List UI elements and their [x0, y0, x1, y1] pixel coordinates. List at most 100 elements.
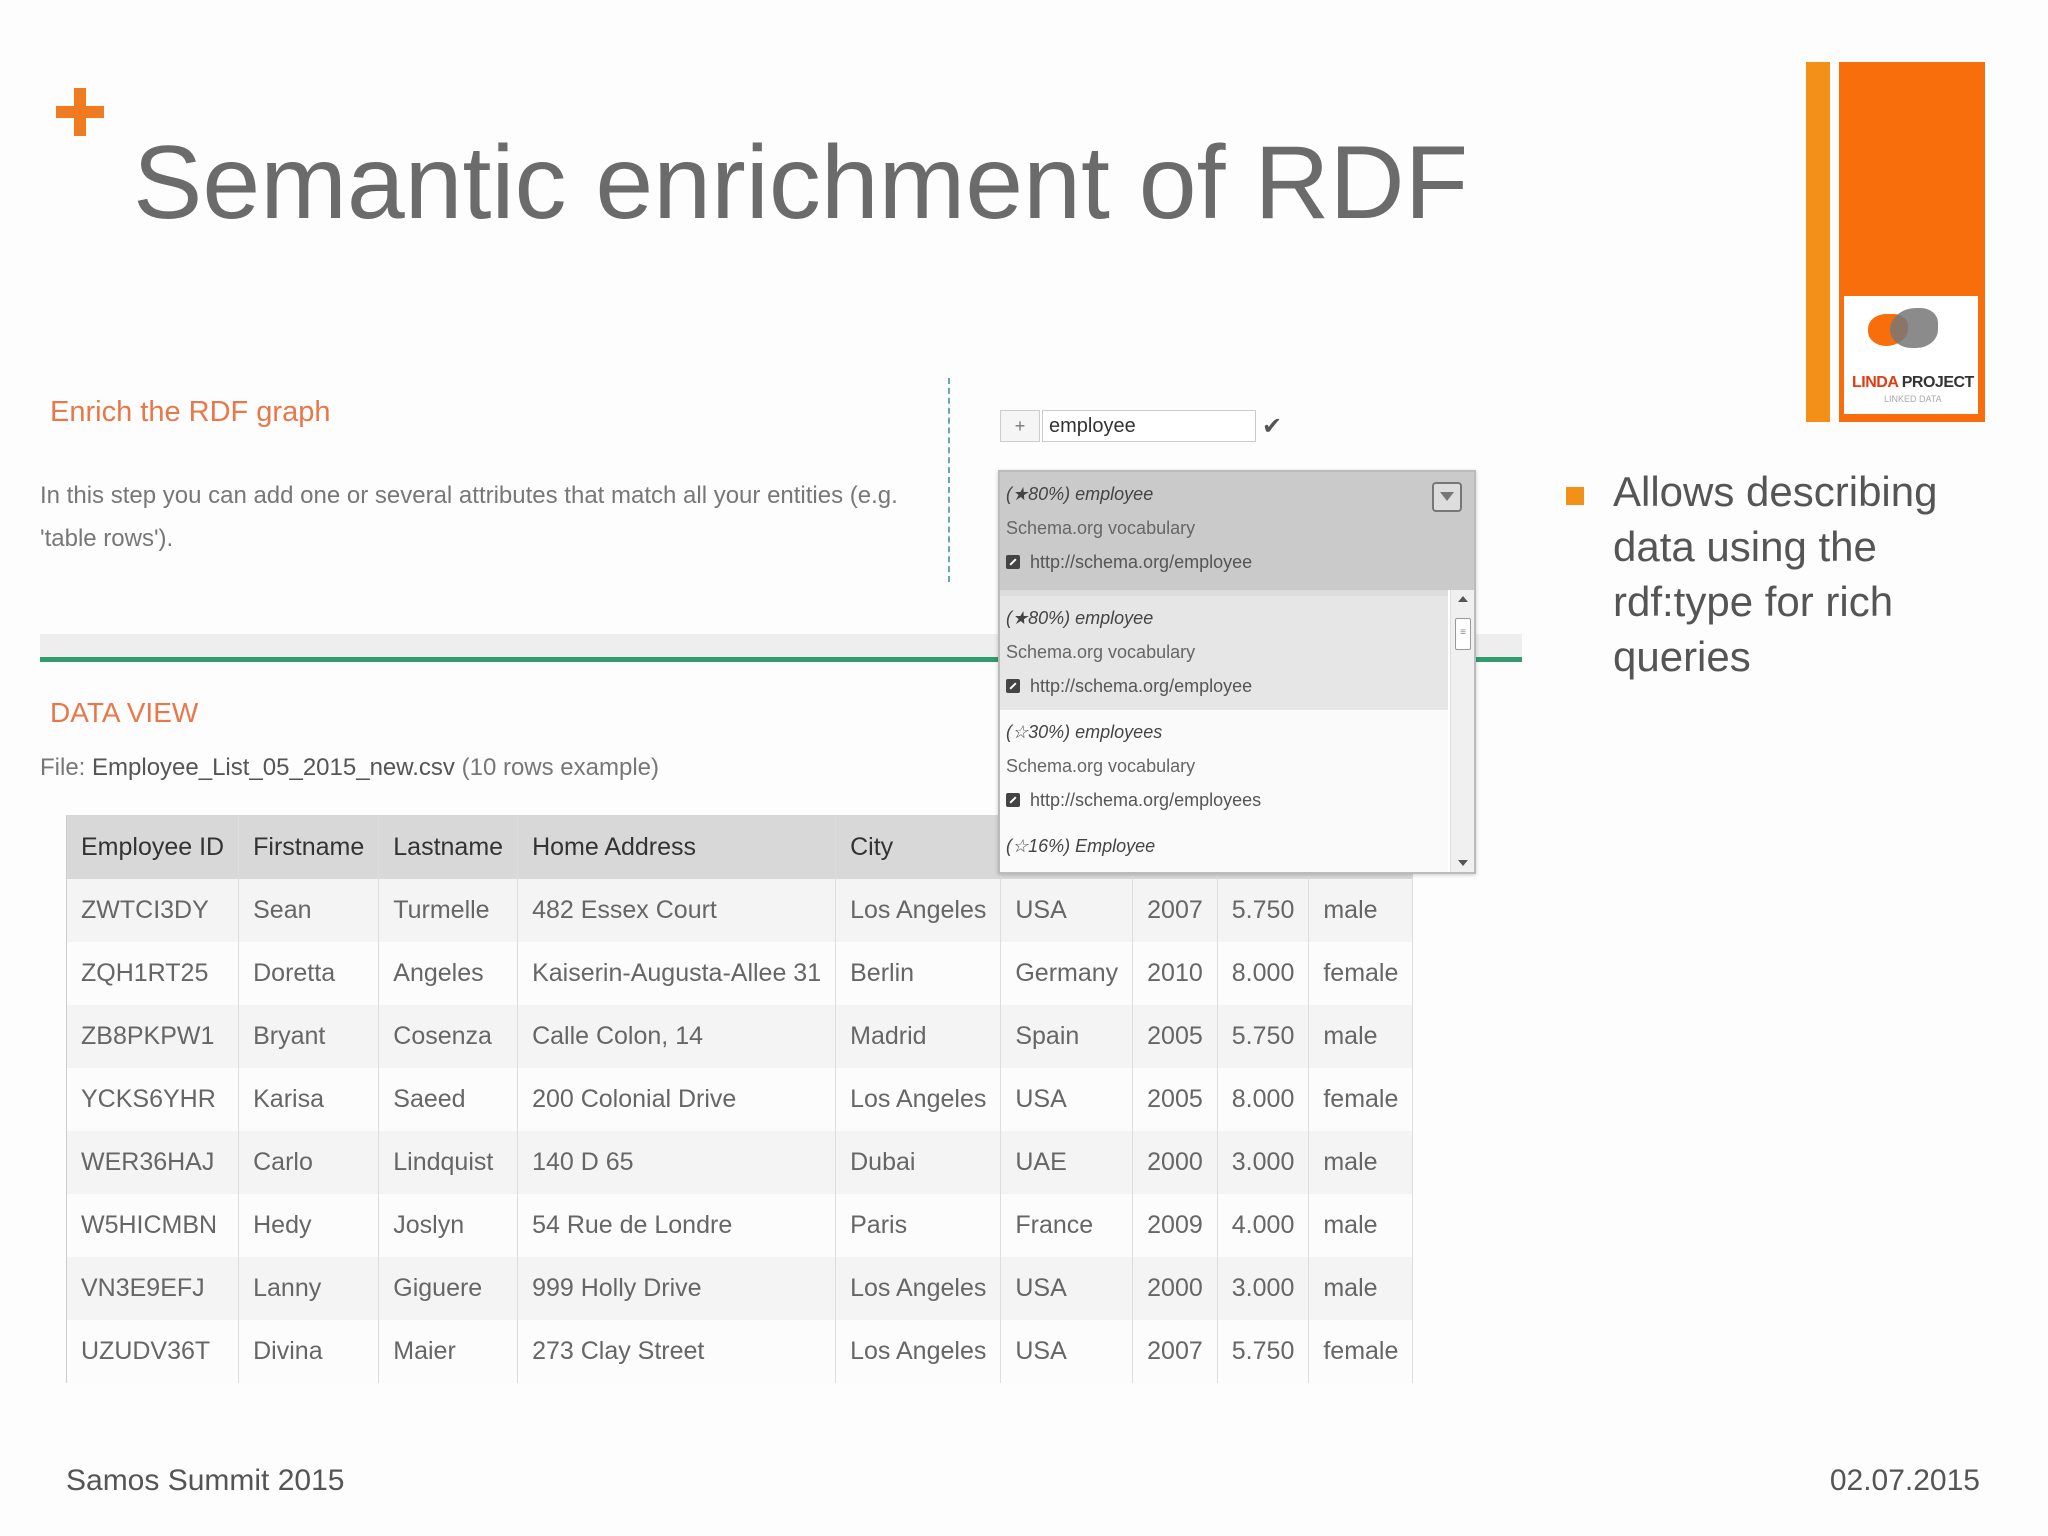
table-cell: 3.000 [1216, 1257, 1309, 1320]
table-cell: 2005 [1132, 1068, 1218, 1131]
table-cell: Lindquist [378, 1131, 518, 1194]
suggestion-vocab: Schema.org vocabulary [1006, 756, 1196, 776]
table-cell: 2007 [1132, 1320, 1218, 1383]
suggestion-url[interactable]: http://schema.org/employees [1006, 790, 1261, 811]
table-cell: 5.750 [1216, 1320, 1309, 1383]
table-row: UZUDV36T Divina Maier 273 Clay Street Los An… [65, 1320, 1414, 1383]
suggestion-url[interactable]: http://schema.org/employee [1006, 676, 1252, 697]
scroll-up-icon[interactable] [1458, 596, 1468, 602]
data-table: Employee ID Firstname Lastname Home Addr… [65, 815, 1414, 1383]
table-row: ZWTCI3DY Sean Turmelle 482 Essex Court Los A… [65, 879, 1414, 942]
linda-logo: LINDA PROJECT LINKED DATA [1844, 296, 1978, 414]
add-attribute-button[interactable]: + [1000, 410, 1040, 442]
table-cell: 2005 [1132, 1005, 1218, 1068]
table-cell: male [1308, 1005, 1414, 1068]
selected-suggestion[interactable]: (★80%) employee Schema.org vocabulary ht… [1000, 472, 1474, 590]
table-cell: Bryant [238, 1005, 379, 1068]
table-cell: Karisa [238, 1068, 379, 1131]
logo-text: LINDA PROJECT [1852, 374, 1974, 391]
suggestion-match: (★80%) employee [1006, 484, 1154, 504]
enrich-title: Enrich the RDF graph [50, 396, 331, 428]
column-header: Lastname [378, 815, 518, 879]
table-cell: Giguere [378, 1257, 518, 1320]
table-cell: 2000 [1132, 1257, 1218, 1320]
table-cell: YCKS6YHR [65, 1068, 239, 1131]
table-cell: Turmelle [378, 879, 518, 942]
table-cell: 5.750 [1216, 1005, 1309, 1068]
attribute-search-input[interactable] [1042, 410, 1256, 442]
dataview-title: DATA VIEW [50, 697, 199, 728]
table-cell: Calle Colon, 14 [517, 1005, 836, 1068]
suggestion-vocab: Schema.org vocabulary [1006, 642, 1196, 662]
scroll-thumb[interactable]: ≡ [1455, 618, 1471, 650]
column-header: City [835, 815, 1001, 879]
table-cell: UAE [1000, 1131, 1133, 1194]
external-link-icon [1006, 555, 1020, 569]
suggestion-item[interactable]: (☆30%) employees Schema.org vocabulary h… [1000, 710, 1448, 824]
table-cell: male [1308, 1194, 1414, 1257]
plus-icon [52, 84, 108, 140]
table-cell: ZWTCI3DY [65, 879, 239, 942]
bullet-square-icon [1566, 487, 1584, 505]
suggestion-item[interactable]: (★80%) employee Schema.org vocabulary ht… [1000, 596, 1448, 710]
footer-event: Samos Summit 2015 [66, 1464, 345, 1497]
suggestion-url[interactable]: http://schema.org/employee [1006, 552, 1252, 573]
suggestion-item[interactable]: (☆16%) Employee [1000, 824, 1448, 872]
table-cell: W5HICMBN [65, 1194, 239, 1257]
dropdown-scrollbar[interactable]: ≡ [1450, 590, 1474, 872]
table-cell: Lanny [238, 1257, 379, 1320]
file-info: File: Employee_List_05_2015_new.csv (10 … [40, 754, 660, 781]
table-cell: Cosenza [378, 1005, 518, 1068]
table-cell: 273 Clay Street [517, 1320, 836, 1383]
table-cell: Berlin [835, 942, 1001, 1005]
column-header: Firstname [238, 815, 379, 879]
suggestion-dropdown[interactable]: (★80%) employee Schema.org vocabulary ht… [998, 470, 1476, 874]
table-cell: male [1308, 1257, 1414, 1320]
table-cell: Saeed [378, 1068, 518, 1131]
table-cell: 482 Essex Court [517, 879, 836, 942]
table-cell: 2000 [1132, 1131, 1218, 1194]
scroll-down-icon[interactable] [1458, 860, 1468, 866]
table-cell: female [1308, 1320, 1414, 1383]
check-icon[interactable]: ✔ [1262, 412, 1282, 441]
table-cell: Sean [238, 879, 379, 942]
table-cell: 8.000 [1216, 942, 1309, 1005]
table-cell: 54 Rue de Londre [517, 1194, 836, 1257]
table-row: ZB8PKPW1 Bryant Cosenza Calle Colon, 14 Madr… [65, 1005, 1414, 1068]
table-cell: Paris [835, 1194, 1001, 1257]
table-cell: 4.000 [1216, 1194, 1309, 1257]
table-cell: male [1308, 1131, 1414, 1194]
table-cell: WER36HAJ [65, 1131, 239, 1194]
footer-date: 02.07.2015 [1829, 1464, 1980, 1497]
table-cell: Divina [238, 1320, 379, 1383]
table-cell: Dubai [835, 1131, 1001, 1194]
table-row: W5HICMBN Hedy Joslyn 54 Rue de Londre Paris F… [65, 1194, 1414, 1257]
table-cell: Los Angeles [835, 1068, 1001, 1131]
table-cell: Hedy [238, 1194, 379, 1257]
table-cell: 8.000 [1216, 1068, 1309, 1131]
suggestion-match: (☆30%) employees [1006, 722, 1163, 742]
table-cell: 999 Holly Drive [517, 1257, 836, 1320]
table-cell: Doretta [238, 942, 379, 1005]
table-cell: USA [1000, 1320, 1133, 1383]
table-cell: UZUDV36T [65, 1320, 239, 1383]
table-cell: USA [1000, 879, 1133, 942]
table-cell: 2007 [1132, 879, 1218, 942]
column-header: Home Address [517, 815, 836, 879]
table-cell: Joslyn [378, 1194, 518, 1257]
table-cell: VN3E9EFJ [65, 1257, 239, 1320]
table-cell: Angeles [378, 942, 518, 1005]
external-link-icon [1006, 793, 1020, 807]
table-cell: France [1000, 1194, 1133, 1257]
table-cell: male [1308, 879, 1414, 942]
table-cell: Carlo [238, 1131, 379, 1194]
table-cell: USA [1000, 1068, 1133, 1131]
table-row: WER36HAJ Carlo Lindquist 140 D 65 Dubai UAE 20… [65, 1131, 1414, 1194]
suggestion-vocab: Schema.org vocabulary [1006, 518, 1196, 538]
accent-bar-thin [1806, 62, 1830, 422]
dropdown-toggle-icon[interactable] [1432, 482, 1462, 512]
suggestion-list[interactable]: (★80%) employee Schema.org vocabulary ht… [1000, 590, 1448, 872]
table-cell: female [1308, 1068, 1414, 1131]
table-cell: ZQH1RT25 [65, 942, 239, 1005]
table-cell: 140 D 65 [517, 1131, 836, 1194]
